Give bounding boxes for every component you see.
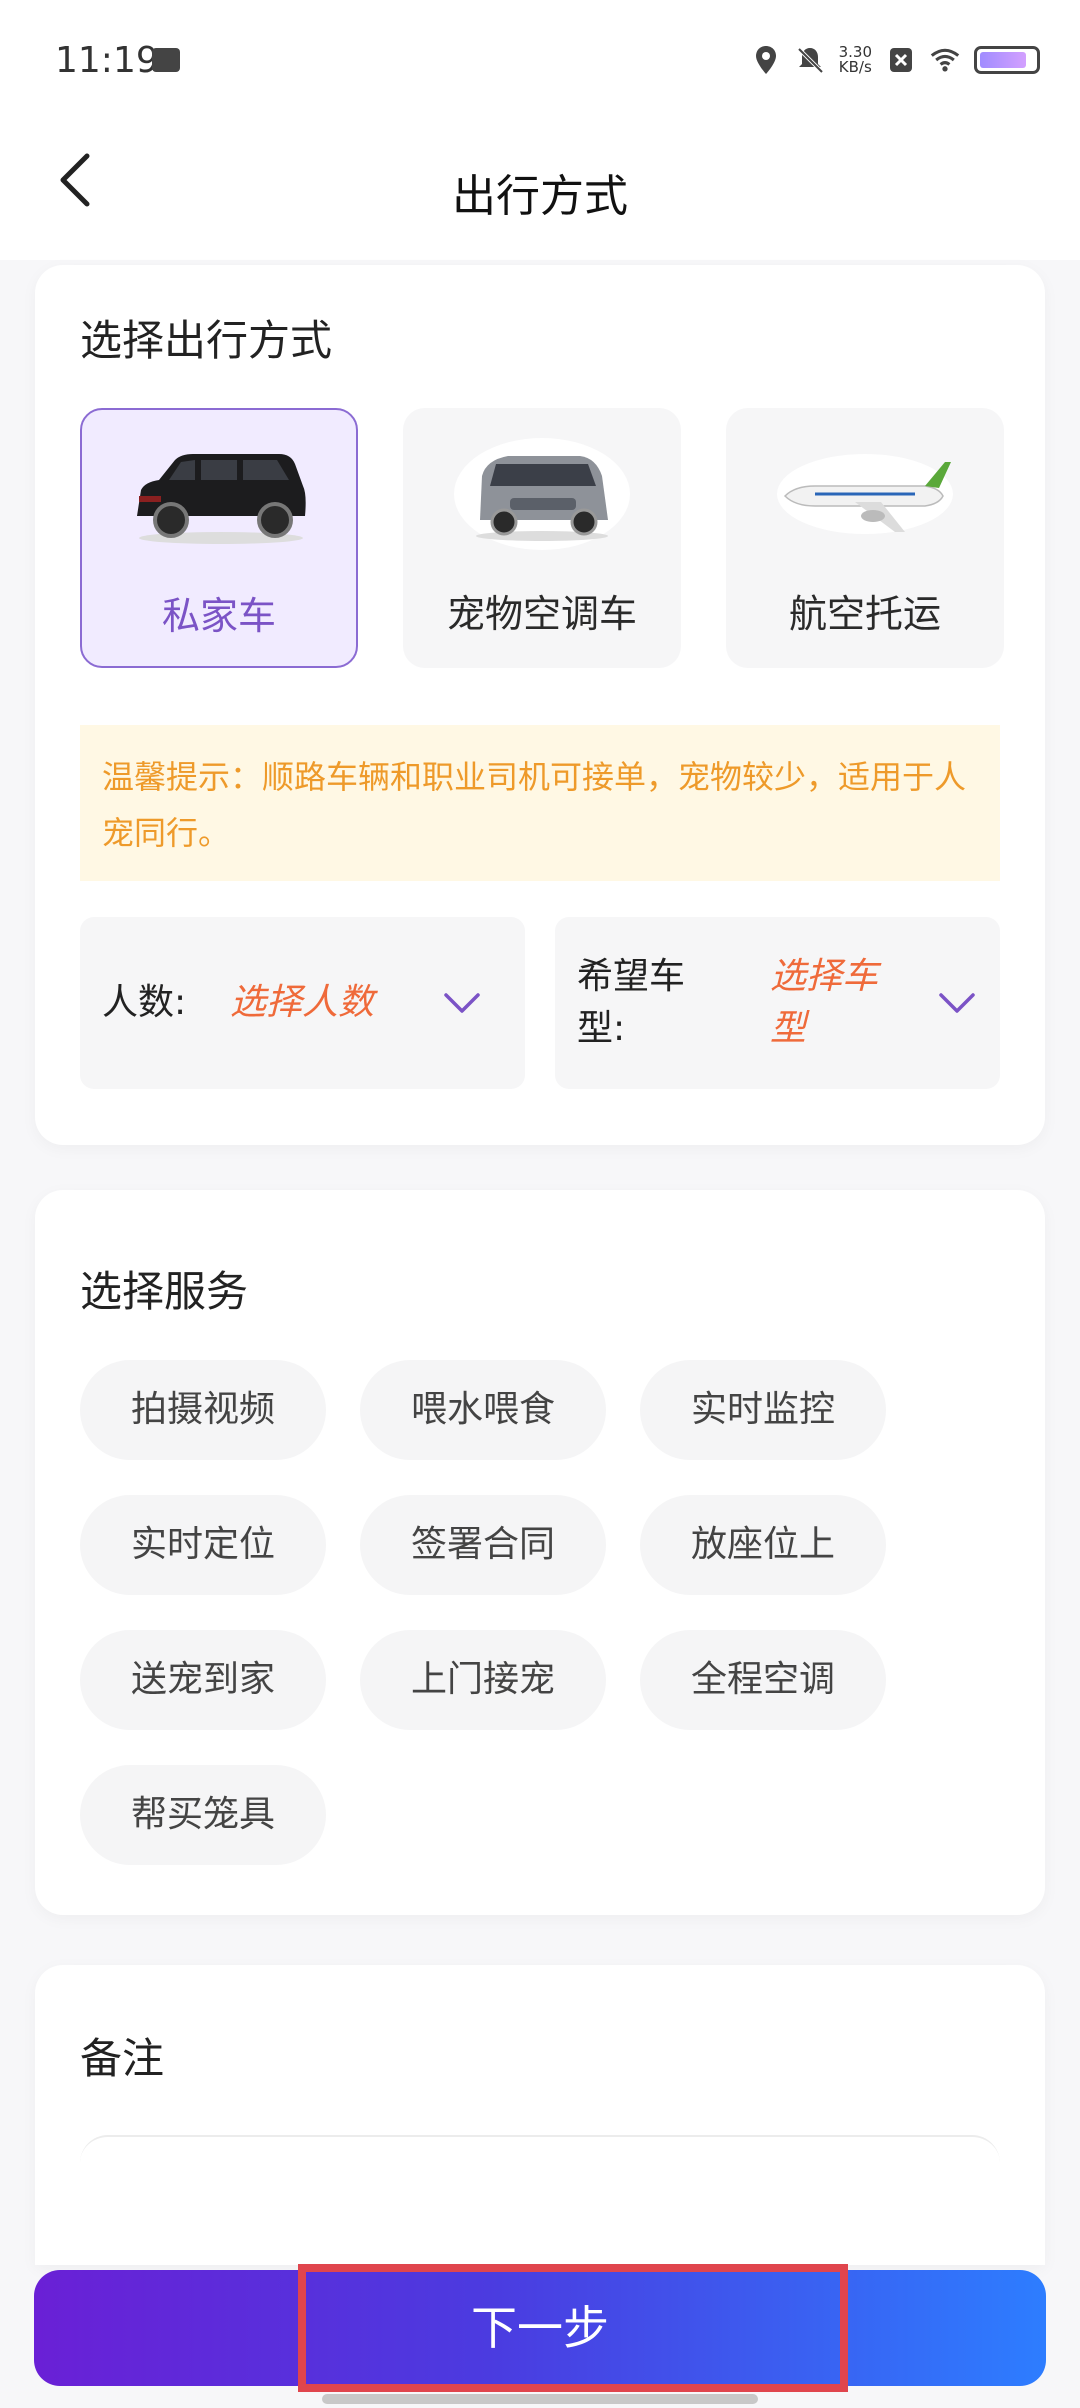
status-bar: 11:19 3.30 KB/s [0,0,1080,120]
chevron-down-icon [939,993,975,1013]
next-step-button[interactable]: 下一步 [34,2270,1046,2386]
suv-image [137,454,306,544]
battery-icon [974,46,1040,74]
travel-section-title: 选择出行方式 [80,316,333,365]
people-value: 选择人数 [230,982,375,1023]
service-tag[interactable]: 拍摄视频 [80,1360,326,1460]
network-speed: 3.30 KB/s [839,45,872,75]
no-sim-icon [886,45,916,75]
services-section-title: 选择服务 [80,1267,249,1316]
option-label: 宠物空调车 [446,592,637,636]
services-card: 选择服务 拍摄视频 喂水喂食 实时监控 实时定位 签署合同 放座位上 送宠到家 … [35,1190,1045,1915]
page-header: 出行方式 [0,120,1080,260]
chevron-down-icon [444,993,480,1013]
people-count-select[interactable]: 人数: 选择人数 [80,917,525,1089]
people-label: 人数: [102,982,187,1023]
car-type-value-line2: 型 [770,1008,807,1049]
service-tag[interactable]: 送宠到家 [80,1630,326,1730]
service-tag[interactable]: 实时定位 [80,1495,326,1595]
option-pet-ac-car[interactable]: 宠物空调车 [403,408,681,668]
message-notification-icon [152,48,180,72]
car-type-label-line1: 希望车 [577,956,686,997]
service-tag[interactable]: 放座位上 [640,1495,886,1595]
note-input[interactable] [80,2135,1000,2255]
note-section-title: 备注 [80,2034,165,2083]
location-icon [751,45,781,75]
car-type-select[interactable]: 希望车 型: 选择车 型 [555,917,1000,1089]
service-tag[interactable]: 全程空调 [640,1630,886,1730]
service-tag[interactable]: 签署合同 [360,1495,606,1595]
warm-tip: 温馨提示：顺路车辆和职业司机可接单，宠物较少，适用于人宠同行。 [80,725,1000,881]
car-type-label-line2: 型: [577,1008,626,1049]
option-label: 航空托运 [788,592,941,636]
home-indicator [322,2394,758,2404]
car-type-value-line1: 选择车 [770,956,879,997]
service-tag[interactable]: 喂水喂食 [360,1360,606,1460]
network-speed-unit: KB/s [838,58,872,76]
status-icons: 3.30 KB/s [751,40,1040,80]
mute-icon [795,45,825,75]
page-title: 出行方式 [452,171,628,222]
service-tag[interactable]: 帮买笼具 [80,1765,326,1865]
airplane-image [777,454,953,534]
van-image [454,438,630,550]
status-time: 11:19 [55,40,159,81]
travel-mode-card: 选择出行方式 私家车 宠物空调车 航空托运 温馨提示：顺路车辆和职业司机可接单，… [35,265,1045,1145]
wifi-icon [930,45,960,75]
option-private-car[interactable]: 私家车 [80,408,358,668]
service-tag[interactable]: 上门接宠 [360,1630,606,1730]
note-card: 备注 [35,1965,1045,2265]
service-tag[interactable]: 实时监控 [640,1360,886,1460]
option-air-freight[interactable]: 航空托运 [726,408,1004,668]
option-label: 私家车 [161,594,276,638]
